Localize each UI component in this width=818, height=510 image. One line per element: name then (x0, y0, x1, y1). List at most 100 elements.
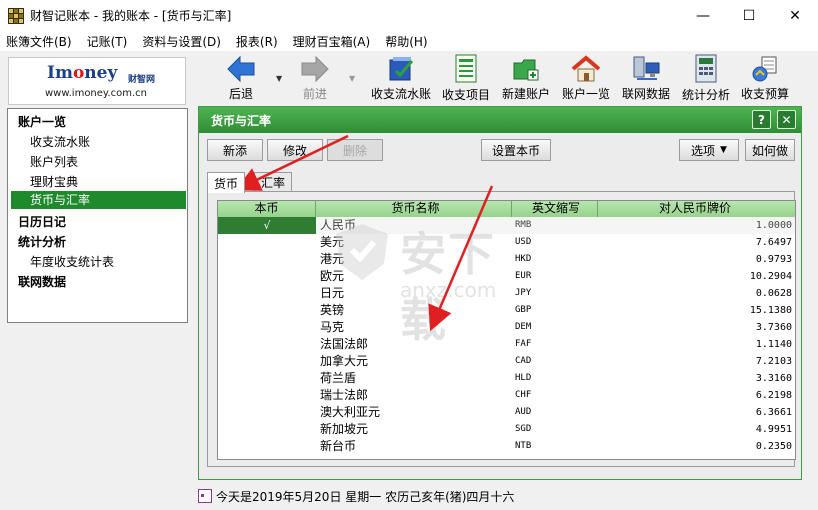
cell-currency-name: 日元 (320, 286, 345, 300)
home-icon (571, 54, 601, 83)
howto-button[interactable]: 如何做 (745, 139, 795, 161)
help-button[interactable]: ? (752, 110, 771, 129)
table-row[interactable]: 马克 DEM 3.7360 (218, 319, 795, 336)
back-button[interactable]: 后退 (226, 54, 256, 102)
col-header-base[interactable]: 本币 (218, 201, 316, 217)
menu-bookkeeping[interactable]: 记账(T) (87, 33, 128, 50)
cell-currency-name: 马克 (320, 320, 345, 334)
close-button[interactable]: ✕ (772, 0, 818, 31)
minimize-button[interactable]: — (680, 0, 726, 31)
table-row[interactable]: √ 人民币 RMB 1.0000 (218, 217, 795, 234)
back-dropdown-icon[interactable]: ▼ (276, 74, 282, 83)
add-button[interactable]: 新添 (207, 139, 263, 161)
forward-button[interactable]: 前进 (300, 54, 330, 102)
status-bar: 今天是2019年5月20日 星期一 农历己亥年(猪)四月十六 (198, 487, 514, 505)
cell-currency-name: 瑞士法郎 (320, 388, 369, 402)
nav-item-journal[interactable]: 收支流水账 (30, 133, 90, 150)
table-row[interactable]: 瑞士法郎 CHF 6.2198 (218, 387, 795, 404)
logo-cn-text: 财智网 (128, 75, 156, 85)
cell-base (218, 387, 316, 404)
nav-item-treasury[interactable]: 理财宝典 (30, 173, 78, 190)
items-button[interactable]: 收支项目 (442, 54, 490, 102)
cell-base (218, 251, 316, 268)
options-dropdown-icon: ▼ (720, 145, 727, 155)
budget-button[interactable]: 收支预算 (741, 54, 789, 102)
options-button[interactable]: 选项 ▼ (679, 139, 739, 161)
menu-help[interactable]: 帮助(H) (385, 33, 427, 50)
panel-close-button[interactable]: ✕ (777, 110, 796, 129)
accounts-overview-button[interactable]: 账户一览 (562, 54, 610, 102)
table-row[interactable]: 加拿大元 CAD 7.2103 (218, 353, 795, 370)
col-header-code[interactable]: 英文缩写 (512, 201, 598, 217)
journal-button[interactable]: 收支流水账 (371, 54, 431, 102)
cell-rate: 0.0628 (755, 288, 792, 299)
title-bar: 财智记账本 - 我的账本 - [货币与汇率] — ☐ ✕ (0, 0, 818, 31)
calculator-icon (691, 54, 721, 84)
cell-base (218, 319, 316, 336)
col-header-name[interactable]: 货币名称 (316, 201, 512, 217)
cell-base (218, 404, 316, 421)
cell-currency-name: 加拿大元 (320, 354, 369, 368)
table-row[interactable]: 欧元 EUR 10.2904 (218, 268, 795, 285)
cell-base (218, 302, 316, 319)
table-row[interactable]: 新台币 NTB 0.2350 (218, 438, 795, 455)
status-date-text: 今天是2019年5月20日 星期一 农历己亥年(猪)四月十六 (216, 489, 515, 504)
nav-group-accounts[interactable]: 账户一览 (18, 113, 66, 130)
cell-rate: 3.3160 (755, 373, 792, 384)
panel-header: 货币与汇率 ? ✕ (199, 107, 801, 133)
network-computer-icon (631, 54, 661, 83)
cell-currency-code: GBP (515, 305, 532, 315)
cell-rate: 1.0000 (598, 217, 795, 234)
menu-finance-toolbox[interactable]: 理财百宝箱(A) (293, 33, 371, 50)
forward-dropdown-icon[interactable]: ▼ (349, 74, 355, 83)
cell-currency-code: EUR (515, 271, 532, 281)
table-row[interactable]: 英镑 GBP 15.1380 (218, 302, 795, 319)
cell-base (218, 438, 316, 455)
table-row[interactable]: 港元 HKD 0.9793 (218, 251, 795, 268)
cell-rate: 6.3661 (755, 407, 792, 418)
delete-button[interactable]: 删除 (327, 139, 383, 161)
app-icon (8, 7, 24, 24)
table-row[interactable]: 荷兰盾 HLD 3.3160 (218, 370, 795, 387)
menu-data-settings[interactable]: 资料与设置(D) (142, 33, 221, 50)
cell-currency-code: NTB (515, 441, 532, 451)
left-navigation: 账户一览 收支流水账 账户列表 理财宝典 货币与汇率 日历日记 统计分析 年度收… (7, 108, 188, 323)
table-row[interactable]: 新加坡元 SGD 4.9951 (218, 421, 795, 438)
nav-group-stats[interactable]: 统计分析 (18, 233, 66, 250)
cell-base (218, 234, 316, 251)
cell-currency-name: 新加坡元 (320, 422, 369, 436)
maximize-button[interactable]: ☐ (726, 0, 772, 31)
cell-currency-code: RMB (512, 217, 598, 234)
panel-title: 货币与汇率 (211, 114, 272, 128)
cell-rate: 7.2103 (755, 356, 792, 367)
new-account-button[interactable]: 新建账户 (502, 54, 550, 102)
cell-rate: 4.9951 (755, 424, 792, 435)
cell-currency-name: 荷兰盾 (320, 371, 357, 385)
table-row[interactable]: 法国法郎 FAF 1.1140 (218, 336, 795, 353)
back-arrow-icon (226, 54, 256, 83)
set-base-currency-button[interactable]: 设置本币 (481, 139, 551, 161)
menu-reports[interactable]: 报表(R) (236, 33, 278, 50)
table-row[interactable]: 美元 USD 7.6497 (218, 234, 795, 251)
nav-group-calendar[interactable]: 日历日记 (18, 213, 66, 230)
menu-ledger-file[interactable]: 账簿文件(B) (6, 33, 72, 50)
tab-currency[interactable]: 货币 (207, 172, 246, 193)
cell-currency-code: HLD (515, 373, 532, 383)
edit-button[interactable]: 修改 (267, 139, 323, 161)
table-header: 本币 货币名称 英文缩写 对人民币牌价 (218, 201, 795, 217)
online-data-button[interactable]: 联网数据 (622, 54, 670, 102)
table-row[interactable]: 日元 JPY 0.0628 (218, 285, 795, 302)
nav-item-account-list[interactable]: 账户列表 (30, 153, 78, 170)
table-row[interactable]: 澳大利亚元 AUD 6.3661 (218, 404, 795, 421)
menu-bar: 账簿文件(B) 记账(T) 资料与设置(D) 报表(R) 理财百宝箱(A) 帮助… (0, 31, 818, 51)
nav-group-online[interactable]: 联网数据 (18, 273, 66, 290)
tab-exchange-rate[interactable]: 汇率 (254, 172, 293, 192)
cell-rate: 0.2350 (755, 441, 792, 452)
logo-wordmark: Imoney (47, 63, 118, 83)
col-header-rate[interactable]: 对人民币牌价 (598, 201, 795, 217)
cell-base (218, 336, 316, 353)
nav-item-currency-rates[interactable]: 货币与汇率 (11, 191, 186, 209)
cell-currency-name: 港元 (320, 252, 345, 266)
stats-analysis-button[interactable]: 统计分析 (682, 54, 730, 102)
nav-item-annual-stats[interactable]: 年度收支统计表 (30, 253, 114, 270)
